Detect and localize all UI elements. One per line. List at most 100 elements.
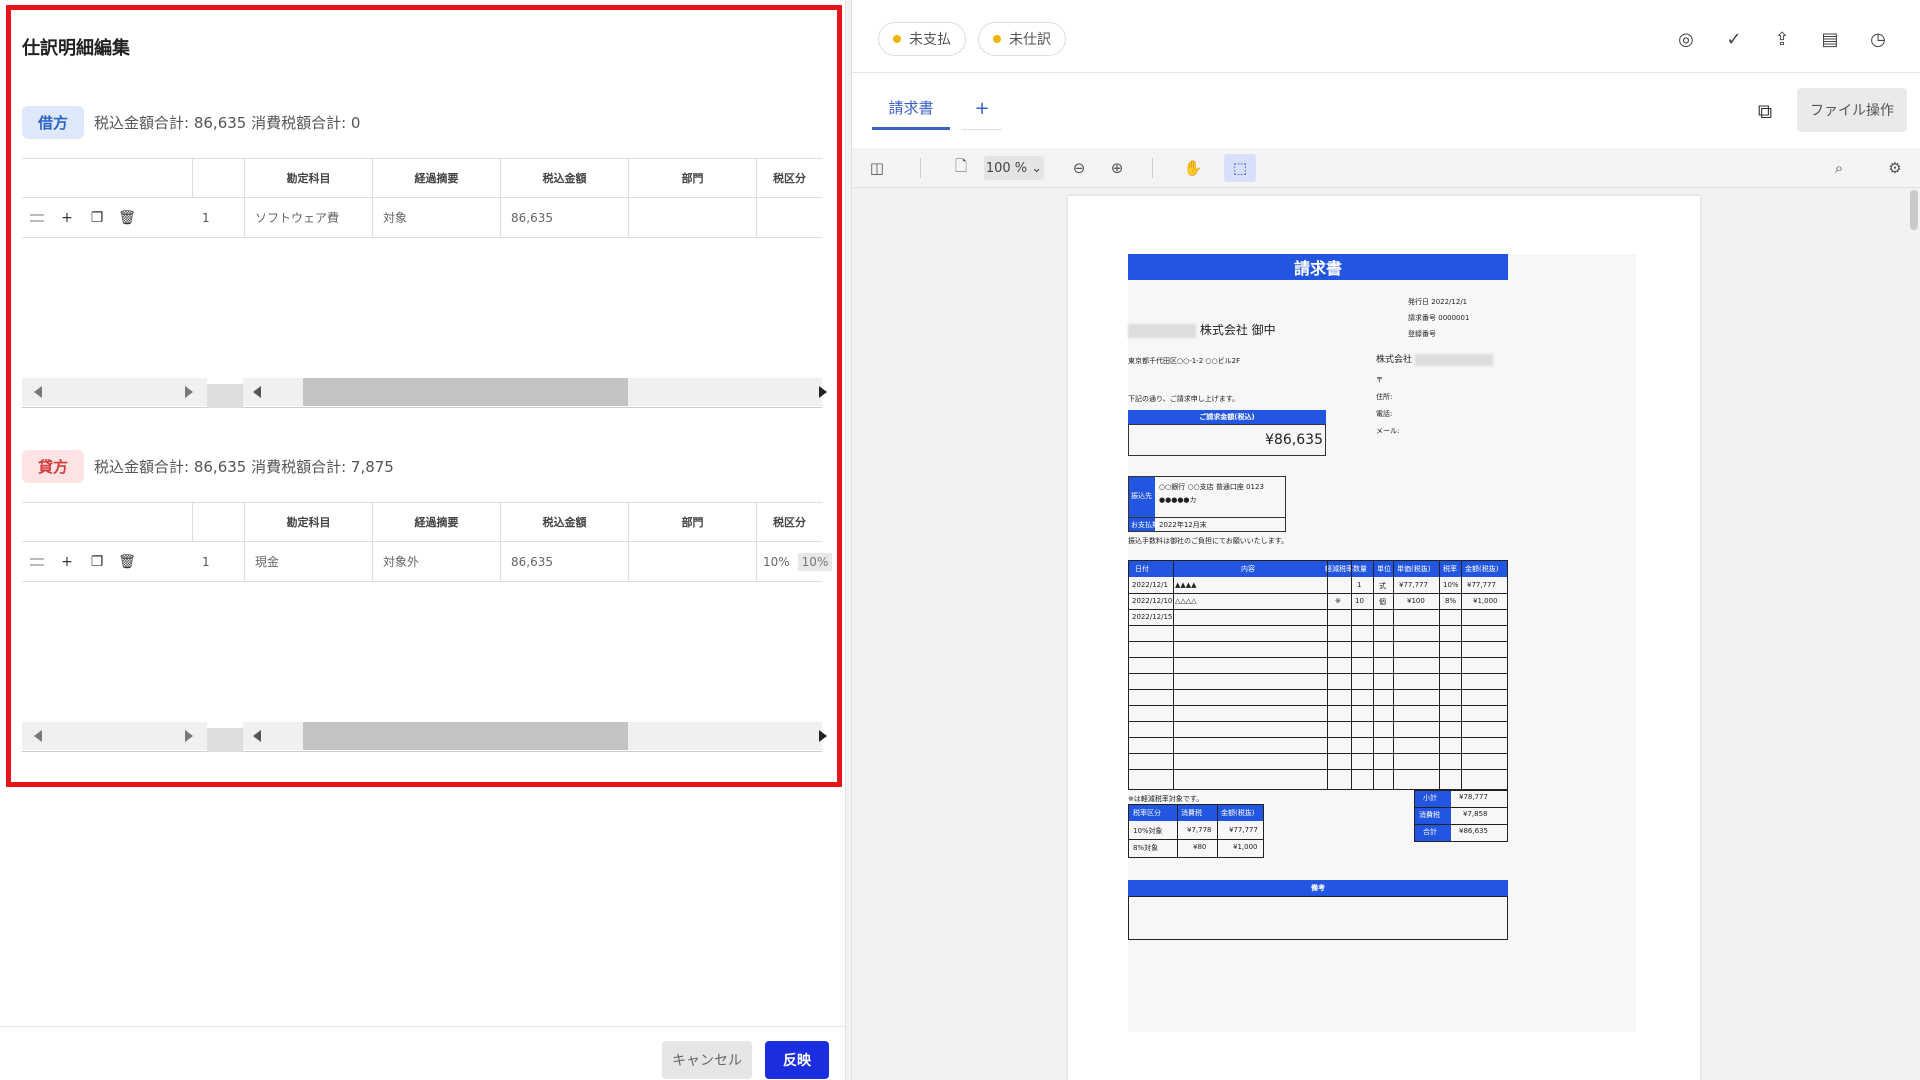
- col-summary[interactable]: 経過摘要: [372, 159, 500, 197]
- share-icon[interactable]: ⇪: [1770, 27, 1794, 51]
- status-tag-unpaid[interactable]: 未支払: [878, 22, 966, 56]
- grid-line: [1129, 657, 1507, 658]
- col-sep: [192, 503, 193, 541]
- scroll-thumb[interactable]: [303, 722, 628, 750]
- grid-line: [1129, 673, 1507, 674]
- debit-badge: 借方: [22, 106, 85, 139]
- open-external-icon[interactable]: ⧉: [1752, 98, 1778, 124]
- invoice-recipient: 株式会社 御中: [1128, 321, 1276, 338]
- status-dot: [993, 35, 1001, 43]
- panel-divider[interactable]: [845, 0, 852, 1080]
- status-tag-unjournaled[interactable]: 未仕訳: [978, 22, 1066, 56]
- panel-title: 仕訳明細編集: [22, 38, 130, 59]
- recipient-address: 東京都千代田区○○-1-2 ○○ビル2F: [1128, 357, 1241, 365]
- col-summary[interactable]: 経過摘要: [372, 503, 500, 541]
- zoom-select[interactable]: 100 % ⌄: [984, 156, 1044, 180]
- cell-tax[interactable]: [756, 198, 822, 237]
- cell-tax[interactable]: 10% 10%: [756, 542, 833, 581]
- scroll-left-pane[interactable]: [22, 378, 207, 406]
- check-icon[interactable]: ✓: [1722, 27, 1746, 51]
- scroll-thumb[interactable]: [303, 378, 628, 406]
- table-row: + ❐ 🗑 1 現金 対象外 86,635 10% 10%: [22, 542, 833, 582]
- zoom-out-icon[interactable]: ⊖: [1066, 154, 1092, 182]
- comment-icon[interactable]: ▤: [1818, 27, 1842, 51]
- meta-row: 登録番号: [1408, 330, 1436, 338]
- delete-row-icon[interactable]: 🗑: [118, 554, 136, 570]
- col-dept[interactable]: 部門: [628, 159, 756, 197]
- tax-rate-select[interactable]: 10%: [797, 552, 833, 571]
- col-account[interactable]: 勘定科目: [244, 159, 372, 197]
- col-amount[interactable]: 税込金額: [500, 503, 628, 541]
- scroll-left-pane[interactable]: [22, 722, 207, 750]
- scroll-right-icon[interactable]: [819, 386, 827, 398]
- grid-line: [1415, 824, 1507, 825]
- cell-account[interactable]: 現金: [244, 542, 372, 581]
- cell-summary[interactable]: 対象外: [372, 542, 500, 581]
- copy-row-icon[interactable]: ❐: [90, 210, 104, 226]
- zoom-value: 100 %: [985, 160, 1028, 176]
- journal-edit-panel: 仕訳明細編集 借方 税込金額合計: 86,635 消費税額合計: 0 勘定科目 …: [0, 0, 845, 1080]
- col-account[interactable]: 勘定科目: [244, 503, 372, 541]
- header-divider: [852, 72, 1920, 73]
- delete-row-icon[interactable]: 🗑: [118, 210, 136, 226]
- bank-label: 振込先: [1131, 492, 1152, 500]
- grid-line: [1129, 593, 1507, 594]
- notes-label: 備考: [1128, 880, 1508, 896]
- grid-line: [1415, 807, 1507, 808]
- drag-handle-icon[interactable]: [30, 555, 44, 569]
- scroll-left-icon[interactable]: [34, 386, 42, 398]
- panel-footer: キャンセル 反映: [0, 1026, 845, 1080]
- scroll-right-icon[interactable]: [819, 730, 827, 742]
- copy-row-icon[interactable]: ❐: [90, 554, 104, 570]
- totals-table: 小計 消費税 合計 ¥78,777 ¥7,858 ¥86,635: [1414, 790, 1508, 842]
- cell-dept[interactable]: [628, 198, 756, 237]
- page-icon[interactable]: 🗋: [948, 154, 974, 182]
- scroll-corner: [207, 728, 243, 752]
- scroll-main-pane[interactable]: [243, 378, 827, 406]
- scroll-left-icon[interactable]: [34, 730, 42, 742]
- cell-amount[interactable]: 86,635: [500, 198, 628, 237]
- scroll-main-pane[interactable]: [243, 722, 827, 750]
- scroll-left-icon[interactable]: [253, 730, 261, 742]
- cell-dept[interactable]: [628, 542, 756, 581]
- scroll-right-icon[interactable]: [185, 386, 193, 398]
- drag-handle-icon[interactable]: [30, 211, 44, 225]
- gear-icon[interactable]: ⚙: [1882, 154, 1908, 182]
- cancel-button[interactable]: キャンセル: [662, 1041, 752, 1079]
- sidebar-toggle-icon[interactable]: ◫: [864, 154, 890, 182]
- hand-tool-icon[interactable]: ✋: [1180, 154, 1206, 182]
- vertical-scrollbar[interactable]: [1910, 190, 1918, 230]
- user-circle-icon[interactable]: ◎: [1674, 27, 1698, 51]
- grid-line: [1129, 721, 1507, 722]
- grid-line: [1173, 561, 1174, 789]
- scroll-right-icon[interactable]: [185, 730, 193, 742]
- tab-invoice[interactable]: 請求書: [872, 88, 950, 130]
- file-ops-button[interactable]: ファイル操作: [1797, 88, 1907, 132]
- grid-line: [1393, 561, 1394, 789]
- document-canvas[interactable]: 請求書 発行日 2022/12/1 請求番号 0000001 登録番号 株式会社…: [852, 188, 1920, 1080]
- history-icon[interactable]: ◷: [1866, 27, 1890, 51]
- col-dept[interactable]: 部門: [628, 503, 756, 541]
- grid-line: [1327, 561, 1328, 789]
- cell-account[interactable]: ソフトウェア費: [244, 198, 372, 237]
- zoom-in-icon[interactable]: ⊕: [1104, 154, 1130, 182]
- scroll-left-icon[interactable]: [253, 386, 261, 398]
- col-tax[interactable]: 税区分: [756, 503, 822, 541]
- add-tab-button[interactable]: +: [962, 88, 1002, 130]
- grid-header: 勘定科目 経過摘要 税込金額 部門 税区分: [22, 502, 822, 542]
- cell-summary[interactable]: 対象: [372, 198, 500, 237]
- grid-line: [1177, 805, 1178, 857]
- debit-hscroll[interactable]: [22, 378, 827, 408]
- col-tax[interactable]: 税区分: [756, 159, 822, 197]
- due-row: お支払期限 2022年12月末: [1128, 518, 1286, 532]
- select-area-icon[interactable]: ⬚: [1224, 154, 1256, 182]
- add-row-icon[interactable]: +: [60, 210, 74, 226]
- credit-hscroll[interactable]: [22, 722, 827, 752]
- row-actions: + ❐ 🗑: [30, 542, 136, 582]
- add-row-icon[interactable]: +: [60, 554, 74, 570]
- cell-amount[interactable]: 86,635: [500, 542, 628, 581]
- col-amount[interactable]: 税込金額: [500, 159, 628, 197]
- apply-button[interactable]: 反映: [765, 1041, 829, 1079]
- search-icon[interactable]: ⌕: [1826, 154, 1852, 182]
- amount-label: ご請求金額(税込): [1128, 410, 1326, 424]
